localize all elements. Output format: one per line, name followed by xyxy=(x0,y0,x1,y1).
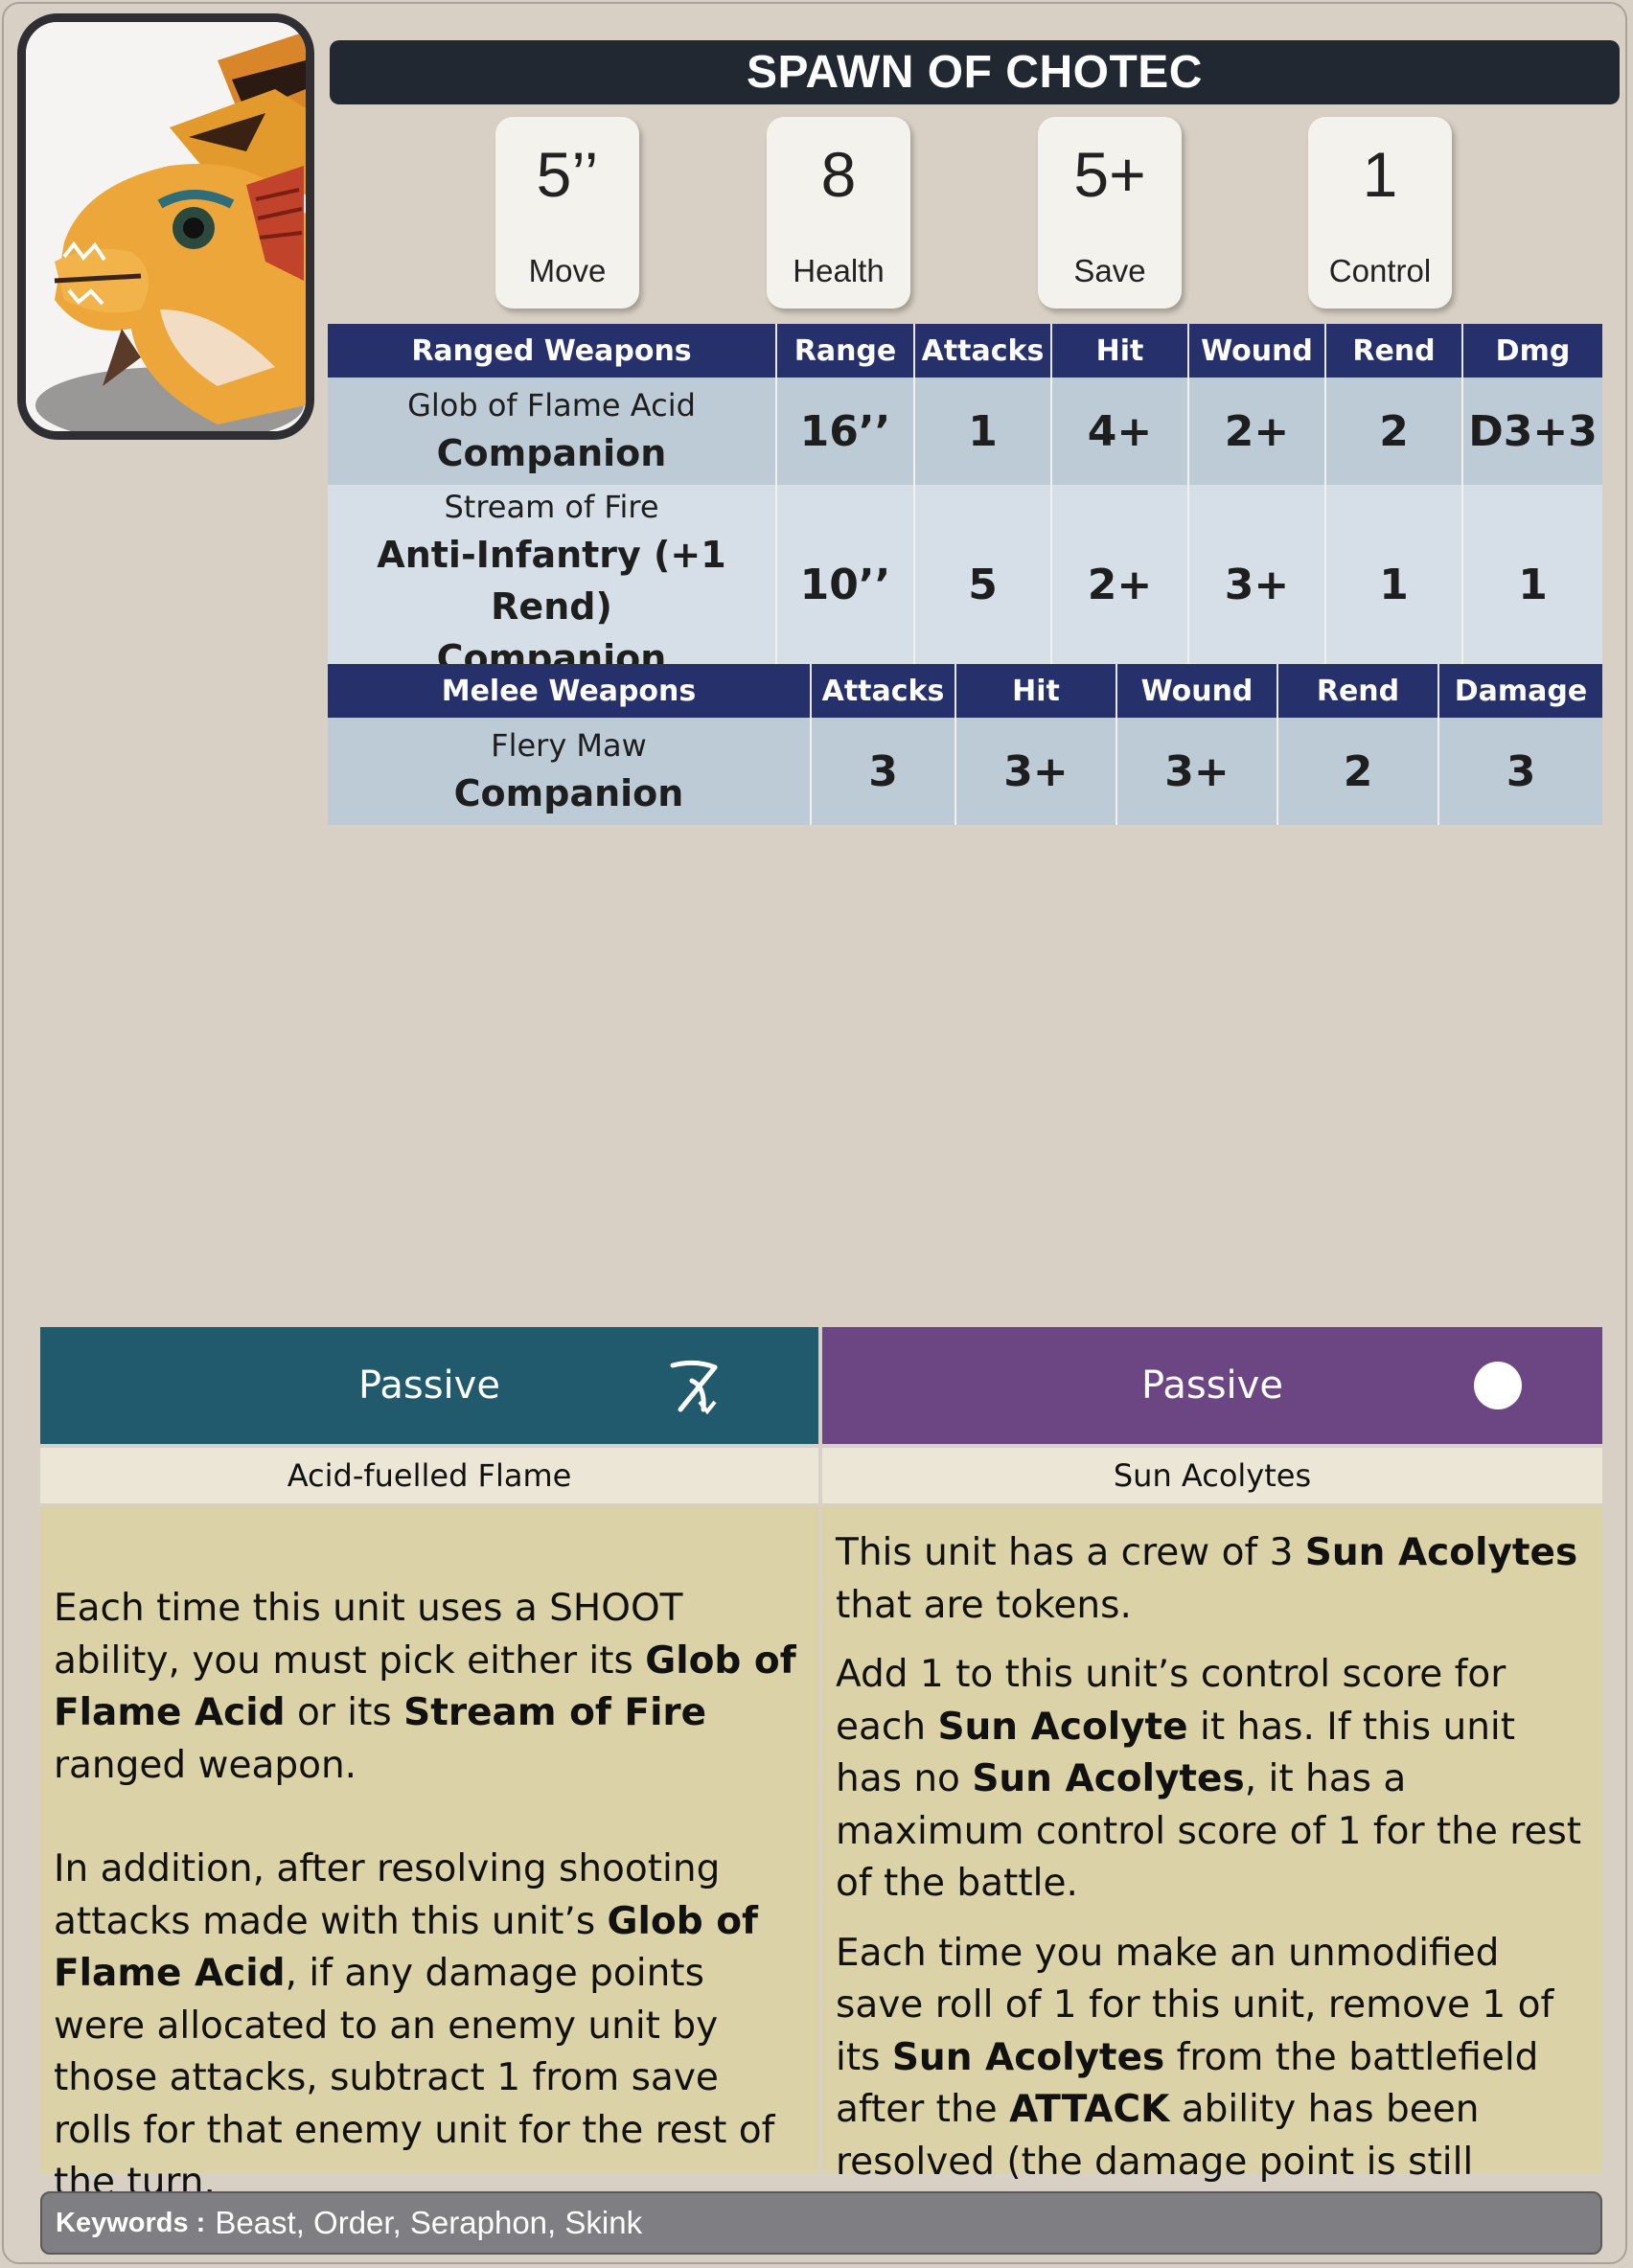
table-row: Flery Maw Companion 3 3+ 3+ 2 3 xyxy=(328,718,1602,825)
hit-cell: 3+ xyxy=(955,718,1117,825)
wound-cell: 3+ xyxy=(1188,485,1326,684)
ability-keyword: ATTACK xyxy=(1009,2088,1170,2131)
ability-name: Acid-fuelled Flame xyxy=(40,1448,818,1503)
range-cell: 16’’ xyxy=(776,378,915,485)
stat-label: Health xyxy=(793,253,885,288)
column-header: Melee Weapons xyxy=(328,664,812,718)
damage-cell: 3 xyxy=(1438,718,1602,825)
range-cell: 10’’ xyxy=(776,485,915,684)
circle-icon xyxy=(1474,1362,1522,1409)
table-row: Glob of Flame Acid Companion 16’’ 1 4+ 2… xyxy=(328,378,1602,485)
stat-label: Save xyxy=(1073,253,1146,288)
keywords-label: Keywords : xyxy=(56,2207,206,2238)
stat-value: 1 xyxy=(1362,139,1398,210)
ability-paragraph: This unit has a crew of 3 Sun Acolytes t… xyxy=(836,1527,1589,1632)
stat-value: 5’’ xyxy=(536,139,599,210)
stat-health: 8 Health xyxy=(767,117,910,309)
ability-text-run: or its xyxy=(285,1691,404,1734)
ability-header: Passive xyxy=(40,1327,818,1444)
unit-portrait xyxy=(17,13,314,440)
rend-cell: 1 xyxy=(1325,485,1463,684)
attacks-cell: 1 xyxy=(914,378,1052,485)
hit-cell: 2+ xyxy=(1051,485,1189,684)
wound-cell: 2+ xyxy=(1188,378,1326,485)
ability-text: Each time this unit uses a SHOOT ability… xyxy=(40,1506,818,2204)
damage-cell: 1 xyxy=(1462,485,1602,684)
ability-keyword: Sun Acolytes xyxy=(972,1757,1245,1800)
table-row: Stream of Fire Anti-Infantry (+1 Rend) C… xyxy=(328,485,1602,684)
weapon-name: Glob of Flame Acid xyxy=(407,387,696,424)
table-header-row: Ranged Weapons Range Attacks Hit Wound R… xyxy=(328,324,1602,378)
unit-title: SPAWN OF CHOTEC xyxy=(330,40,1620,104)
bow-icon xyxy=(667,1358,724,1425)
lizard-illustration xyxy=(26,22,306,431)
column-header: Attacks xyxy=(914,324,1052,378)
stat-value: 8 xyxy=(820,139,857,210)
rend-cell: 2 xyxy=(1325,378,1463,485)
ability-keyword: Sun Acolytes xyxy=(891,2035,1165,2079)
weapon-keyword: Companion xyxy=(453,772,684,814)
damage-cell: D3+3 xyxy=(1462,378,1602,485)
column-header: Hit xyxy=(955,664,1117,718)
ability-text-run: Each time this unit uses a SHOOT ability… xyxy=(54,1587,683,1683)
column-header: Rend xyxy=(1325,324,1463,378)
weapon-cell: Stream of Fire Anti-Infantry (+1 Rend) C… xyxy=(328,485,777,684)
column-header: Attacks xyxy=(811,664,956,718)
ability-text: This unit has a crew of 3 Sun Acolytes t… xyxy=(822,1506,1602,2235)
weapon-cell: Flery Maw Companion xyxy=(328,718,812,825)
keywords-bar: Keywords : Beast, Order, Seraphon, Skink xyxy=(40,2191,1602,2255)
stat-label: Move xyxy=(528,253,607,288)
melee-weapons-table: Melee Weapons Attacks Hit Wound Rend Dam… xyxy=(328,664,1602,825)
weapon-name: Stream of Fire xyxy=(444,489,659,525)
attacks-cell: 5 xyxy=(914,485,1052,684)
weapon-cell: Glob of Flame Acid Companion xyxy=(328,378,777,485)
weapon-keyword: Companion xyxy=(436,432,667,474)
ability-keyword: Sun Acolyte xyxy=(937,1705,1188,1749)
column-header: Ranged Weapons xyxy=(328,324,777,378)
table-header-row: Melee Weapons Attacks Hit Wound Rend Dam… xyxy=(328,664,1602,718)
ability-text-run: ranged weapon. xyxy=(54,1743,357,1787)
ability-text-run: This unit has a crew of 3 xyxy=(836,1531,1305,1574)
ability-paragraph: In addition, after resolving shooting at… xyxy=(54,1844,805,2210)
column-header: Wound xyxy=(1116,664,1278,718)
wound-cell: 3+ xyxy=(1116,718,1278,825)
column-header: Dmg xyxy=(1462,324,1602,378)
weapon-keyword: Anti-Infantry (+1 Rend) xyxy=(377,534,726,628)
column-header: Range xyxy=(776,324,915,378)
hit-cell: 4+ xyxy=(1051,378,1189,485)
ability-paragraph: Each time this unit uses a SHOOT ability… xyxy=(54,1583,805,1792)
weapon-name: Flery Maw xyxy=(491,727,647,764)
ability-header: Passive xyxy=(822,1327,1602,1444)
ability-keyword: Sun Acolytes xyxy=(1304,1531,1578,1574)
ranged-weapons-table: Ranged Weapons Range Attacks Hit Wound R… xyxy=(328,324,1602,684)
rend-cell: 2 xyxy=(1277,718,1439,825)
warscroll-card: SPAWN OF CHOTEC 5’’ Move 8 Health 5+ Sav… xyxy=(2,2,1627,2264)
stat-value: 5+ xyxy=(1073,139,1146,210)
column-header: Wound xyxy=(1188,324,1326,378)
attacks-cell: 3 xyxy=(811,718,956,825)
column-header: Rend xyxy=(1277,664,1439,718)
stat-label: Control xyxy=(1328,253,1432,288)
stat-control: 1 Control xyxy=(1308,117,1452,309)
column-header: Damage xyxy=(1438,664,1602,718)
ability-keyword: Stream of Fire xyxy=(403,1691,707,1734)
ability-paragraph: Add 1 to this unit’s control score for e… xyxy=(836,1649,1589,1911)
ability-name: Sun Acolytes xyxy=(822,1448,1602,1503)
column-header: Hit xyxy=(1051,324,1189,378)
ability-text-run: that are tokens. xyxy=(836,1583,1132,1627)
keywords-list: Beast, Order, Seraphon, Skink xyxy=(215,2205,643,2240)
stat-save: 5+ Save xyxy=(1038,117,1182,309)
abilities-section: Passive Acid-fuelled Flame Each time thi… xyxy=(40,1327,1602,2235)
stat-move: 5’’ Move xyxy=(495,117,639,309)
